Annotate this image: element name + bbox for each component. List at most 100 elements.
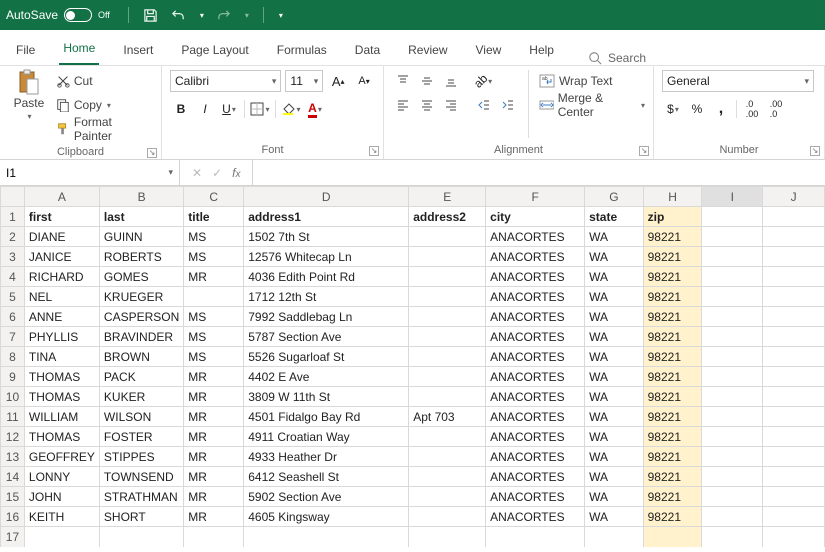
cell[interactable] — [763, 327, 825, 347]
chevron-down-icon[interactable]: ▾ — [168, 167, 173, 178]
tab-insert[interactable]: Insert — [119, 35, 157, 65]
cell[interactable]: 98221 — [643, 367, 702, 387]
cell[interactable]: 5787 Section Ave — [244, 327, 409, 347]
cell[interactable]: CASPERSON — [99, 307, 183, 327]
orientation-button[interactable]: ab▾ — [472, 70, 494, 92]
row-header-3[interactable]: 3 — [1, 247, 25, 267]
cell[interactable]: 5902 Section Ave — [244, 487, 409, 507]
cell[interactable] — [763, 427, 825, 447]
cell[interactable] — [702, 387, 763, 407]
cell[interactable] — [763, 347, 825, 367]
decrease-font-button[interactable]: A▾ — [353, 70, 375, 92]
cell[interactable]: MR — [184, 487, 244, 507]
cell[interactable] — [409, 267, 486, 287]
tab-formulas[interactable]: Formulas — [273, 35, 331, 65]
tab-review[interactable]: Review — [404, 35, 451, 65]
row-header-2[interactable]: 2 — [1, 227, 25, 247]
cell[interactable]: PHYLLIS — [24, 327, 99, 347]
tab-page-layout[interactable]: Page Layout — [177, 35, 252, 65]
cell[interactable]: MS — [184, 347, 244, 367]
col-header-A[interactable]: A — [24, 187, 99, 207]
cell[interactable]: SHORT — [99, 507, 183, 527]
cell[interactable] — [702, 367, 763, 387]
cell[interactable]: 98221 — [643, 447, 702, 467]
cell[interactable]: PACK — [99, 367, 183, 387]
cell[interactable]: 4402 E Ave — [244, 367, 409, 387]
tab-view[interactable]: View — [472, 35, 506, 65]
cell[interactable] — [409, 467, 486, 487]
cell[interactable]: ANACORTES — [486, 407, 585, 427]
cell[interactable] — [24, 527, 99, 547]
cell[interactable] — [702, 507, 763, 527]
cell[interactable]: 4933 Heather Dr — [244, 447, 409, 467]
cell[interactable]: BROWN — [99, 347, 183, 367]
tab-file[interactable]: File — [12, 35, 39, 65]
row-header-8[interactable]: 8 — [1, 347, 25, 367]
cell[interactable]: address1 — [244, 207, 409, 227]
cell[interactable]: WILSON — [99, 407, 183, 427]
comma-format-button[interactable]: , — [710, 98, 732, 120]
search-box[interactable]: Search — [588, 51, 646, 65]
cell[interactable]: 1502 7th St — [244, 227, 409, 247]
col-header-G[interactable]: G — [585, 187, 644, 207]
cell[interactable] — [244, 527, 409, 547]
cell[interactable] — [409, 247, 486, 267]
cell[interactable]: 98221 — [643, 487, 702, 507]
cell[interactable]: WA — [585, 487, 644, 507]
cell[interactable]: ANACORTES — [486, 347, 585, 367]
cell[interactable]: WILLIAM — [24, 407, 99, 427]
align-left-button[interactable] — [392, 94, 414, 116]
cell[interactable]: 3809 W 11th St — [244, 387, 409, 407]
col-header-E[interactable]: E — [409, 187, 486, 207]
cell[interactable]: 4501 Fidalgo Bay Rd — [244, 407, 409, 427]
cell[interactable] — [486, 527, 585, 547]
cell[interactable]: WA — [585, 387, 644, 407]
cell[interactable]: GOMES — [99, 267, 183, 287]
cell[interactable]: ANACORTES — [486, 507, 585, 527]
cell[interactable]: address2 — [409, 207, 486, 227]
cell[interactable] — [184, 527, 244, 547]
select-all-corner[interactable] — [1, 187, 25, 207]
cell[interactable] — [763, 407, 825, 427]
undo-dropdown-icon[interactable]: ▾ — [200, 11, 204, 20]
col-header-B[interactable]: B — [99, 187, 183, 207]
cell[interactable]: KRUEGER — [99, 287, 183, 307]
redo-icon[interactable] — [216, 7, 232, 23]
cell[interactable] — [763, 247, 825, 267]
cell[interactable] — [409, 487, 486, 507]
cell[interactable] — [763, 507, 825, 527]
cell[interactable] — [409, 427, 486, 447]
cell[interactable]: WA — [585, 307, 644, 327]
underline-button[interactable]: U▾ — [218, 98, 240, 120]
cell[interactable]: WA — [585, 367, 644, 387]
cell[interactable] — [702, 467, 763, 487]
cell[interactable]: 5526 Sugarloaf St — [244, 347, 409, 367]
col-header-I[interactable]: I — [702, 187, 763, 207]
cell[interactable] — [763, 447, 825, 467]
row-header-11[interactable]: 11 — [1, 407, 25, 427]
cell[interactable]: 4605 Kingsway — [244, 507, 409, 527]
align-middle-button[interactable] — [416, 70, 438, 92]
borders-button[interactable]: ▾ — [249, 98, 271, 120]
font-size-select[interactable]: 11▾ — [285, 70, 323, 92]
row-header-4[interactable]: 4 — [1, 267, 25, 287]
cell[interactable]: 98221 — [643, 387, 702, 407]
cell[interactable]: title — [184, 207, 244, 227]
cell[interactable] — [702, 527, 763, 547]
cell[interactable] — [702, 427, 763, 447]
worksheet[interactable]: ABCDEFGHIJ1firstlasttitleaddress1address… — [0, 186, 825, 547]
cell[interactable]: WA — [585, 467, 644, 487]
cell[interactable]: Apt 703 — [409, 407, 486, 427]
cell[interactable]: ANACORTES — [486, 227, 585, 247]
cell[interactable] — [409, 327, 486, 347]
name-box[interactable]: ▾ — [0, 160, 180, 185]
cell[interactable] — [409, 367, 486, 387]
dialog-launcher-icon[interactable]: ↘ — [639, 146, 649, 156]
cell[interactable] — [763, 467, 825, 487]
cell[interactable]: ANACORTES — [486, 467, 585, 487]
cell[interactable]: ANNE — [24, 307, 99, 327]
col-header-H[interactable]: H — [643, 187, 702, 207]
cell[interactable]: JOHN — [24, 487, 99, 507]
cell[interactable] — [763, 267, 825, 287]
cell[interactable]: WA — [585, 267, 644, 287]
